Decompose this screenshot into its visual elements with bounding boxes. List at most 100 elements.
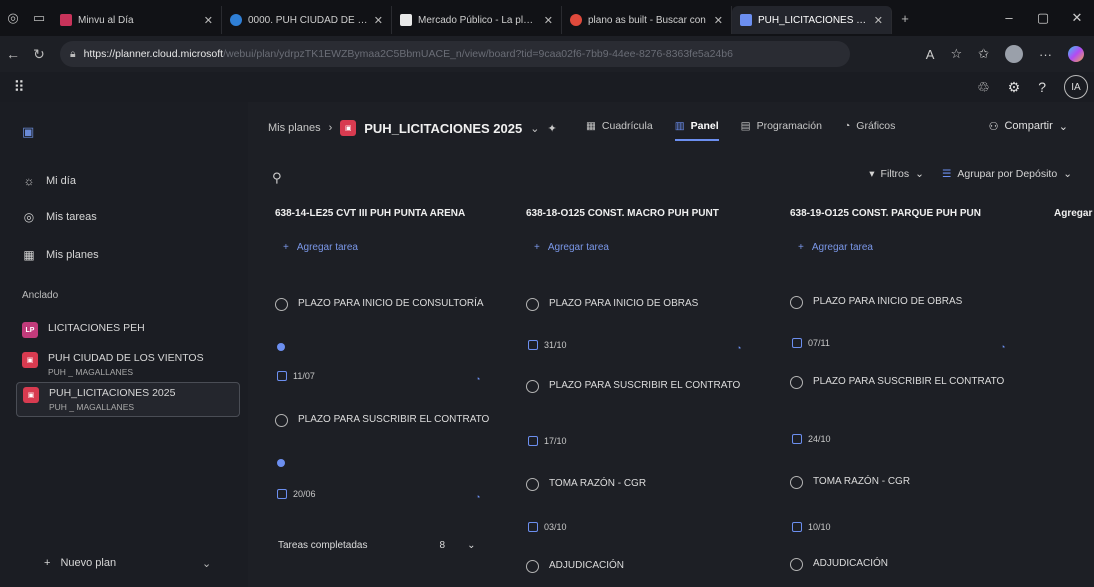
bucket-column: 638-14-LE25 CVT III PUH PUNTA ARENA + Agr… xyxy=(275,208,525,502)
bucket-title[interactable]: 638-19-O125 CONST. PARQUE PUH PUN xyxy=(790,208,1040,219)
add-task-label: Agregar tarea xyxy=(547,242,609,253)
complete-task-checkbox[interactable] xyxy=(790,376,803,389)
task-card[interactable]: PLAZO PARA SUSCRIBIR EL CONTRATO xyxy=(275,412,515,428)
task-card[interactable]: ADJUDICACIÓN xyxy=(526,558,766,574)
sidebar-item-my-day[interactable]: ☼ Mi día xyxy=(22,174,76,188)
bucket-title[interactable]: 638-14-LE25 CVT III PUH PUNTA ARENA xyxy=(275,208,525,219)
favorite-star-icon[interactable]: ☆ xyxy=(950,46,962,62)
task-card[interactable]: TOMA RAZÓN - CGR xyxy=(526,476,766,492)
plus-icon: + xyxy=(798,242,804,253)
task-due-date: 07/11 xyxy=(792,338,830,348)
sidebar-item-label: Mis planes xyxy=(46,249,99,261)
assignee-icon[interactable]: ◔ xyxy=(475,492,480,502)
url-field[interactable]: 🔒︎ https://planner.cloud.microsoft/webui… xyxy=(60,41,850,67)
browser-tab[interactable]: plano as built - Buscar con ✕ xyxy=(562,6,732,34)
add-task-button[interactable]: + Agregar tarea xyxy=(275,242,525,253)
copilot-icon[interactable] xyxy=(1068,46,1084,62)
close-tab-icon[interactable]: ✕ xyxy=(544,14,553,27)
help-icon[interactable]: ? xyxy=(1038,79,1046,95)
complete-task-checkbox[interactable] xyxy=(275,414,288,427)
browser-tab[interactable]: Minvu al Día ✕ xyxy=(52,6,222,34)
assignee-icon[interactable]: ◔ xyxy=(1000,342,1005,352)
complete-task-checkbox[interactable] xyxy=(790,476,803,489)
tab-actions-icon[interactable]: ▭ xyxy=(26,0,52,36)
share-button[interactable]: ⚇ Compartir ⌄ xyxy=(989,120,1068,133)
tab-grid[interactable]: ▦ Cuadrícula xyxy=(586,120,653,132)
task-card[interactable]: PLAZO PARA SUSCRIBIR EL CONTRATO xyxy=(790,374,1030,390)
browser-tab-active[interactable]: PUH_LICITACIONES 2025 ✕ xyxy=(732,6,892,34)
task-name: PLAZO PARA INICIO DE OBRAS xyxy=(813,296,963,307)
close-tab-icon[interactable]: ✕ xyxy=(204,14,213,27)
task-card[interactable]: PLAZO PARA INICIO DE OBRAS xyxy=(790,294,1030,310)
sidebar-item-my-tasks[interactable]: ◎ Mis tareas xyxy=(22,210,97,224)
task-card[interactable]: TOMA RAZÓN - CGR xyxy=(790,474,1030,490)
tab-schedule[interactable]: ▤ Programación xyxy=(741,120,822,132)
breadcrumb-my-plans[interactable]: Mis planes xyxy=(268,122,321,134)
read-aloud-icon[interactable]: A xyxy=(926,47,935,62)
task-card[interactable]: ADJUDICACIÓN xyxy=(790,556,1030,572)
app-launcher-icon[interactable]: ⠿ xyxy=(0,78,38,96)
calendar-icon xyxy=(277,371,287,381)
user-avatar[interactable]: IA xyxy=(1064,75,1088,99)
completed-tasks-toggle[interactable]: Tareas completadas 8 ⌄ xyxy=(278,540,475,551)
task-card[interactable]: PLAZO PARA INICIO DE CONSULTORÍA xyxy=(275,296,515,312)
group-by-button[interactable]: ☰ Agrupar por Depósito ⌄ xyxy=(942,168,1072,180)
workspaces-icon[interactable]: ◎ xyxy=(0,0,26,36)
board-area: Mis planes › ▣ PUH_LICITACIONES 2025 ⌄ ✦… xyxy=(248,102,1094,587)
pinned-plan-item[interactable]: ▣ PUH CIUDAD DE LOS VIENTOS PUH _ MAGALL… xyxy=(22,352,204,377)
complete-task-checkbox[interactable] xyxy=(526,478,539,491)
chevron-down-icon[interactable]: ⌄ xyxy=(202,557,211,570)
new-tab-icon[interactable]: + xyxy=(892,0,918,36)
assignee-icon[interactable]: ◔ xyxy=(475,374,480,384)
refresh-icon[interactable]: ↻ xyxy=(26,46,52,63)
browser-tab[interactable]: 0000. PUH CIUDAD DE LOS ✕ xyxy=(222,6,392,34)
task-name: ADJUDICACIÓN xyxy=(549,560,625,571)
close-tab-icon[interactable]: ✕ xyxy=(714,14,723,27)
close-window-icon[interactable]: ✕ xyxy=(1060,10,1094,26)
chevron-down-icon[interactable]: ⌄ xyxy=(530,122,539,135)
more-options-icon[interactable]: ··· xyxy=(1039,47,1052,62)
favorites-icon[interactable]: ✩ xyxy=(978,46,989,62)
task-card[interactable]: PLAZO PARA SUSCRIBIR EL CONTRATO xyxy=(526,378,766,394)
pinned-plan-item[interactable]: LP LICITACIONES PEH xyxy=(22,322,145,338)
tab-label: Programación xyxy=(756,120,822,132)
tab-charts[interactable]: ◔ Gráficos xyxy=(844,120,895,132)
complete-task-checkbox[interactable] xyxy=(790,296,803,309)
plan-badge-icon: LP xyxy=(22,322,38,338)
complete-task-checkbox[interactable] xyxy=(526,560,539,573)
collapse-nav-icon[interactable]: ▣ xyxy=(22,124,34,140)
back-icon[interactable]: ← xyxy=(0,46,26,62)
tab-board[interactable]: ▥ Panel xyxy=(674,120,719,141)
settings-gear-icon[interactable]: ⚙ xyxy=(1008,79,1021,96)
teams-share-icon[interactable]: ♲ xyxy=(977,79,990,96)
new-plan-button[interactable]: + Nuevo plan xyxy=(44,557,116,569)
pin-icon[interactable]: ✦ xyxy=(547,122,556,135)
add-task-button[interactable]: + Agregar tarea xyxy=(790,242,1040,253)
task-name: PLAZO PARA INICIO DE CONSULTORÍA xyxy=(298,298,484,309)
close-tab-icon[interactable]: ✕ xyxy=(874,14,883,27)
assignee-icon[interactable]: ◔ xyxy=(736,343,741,353)
browser-tab[interactable]: Mercado Público - La platal ✕ xyxy=(392,6,562,34)
board-view-icon: ▥ xyxy=(674,120,685,132)
complete-task-checkbox[interactable] xyxy=(526,298,539,311)
filters-button[interactable]: ▾ Filtros ⌄ xyxy=(869,168,924,180)
browser-profile-avatar[interactable] xyxy=(1005,45,1023,63)
minimize-icon[interactable]: – xyxy=(992,10,1026,26)
browser-tab-strip: ◎ ▭ Minvu al Día ✕ 0000. PUH CIUDAD DE L… xyxy=(0,0,1094,36)
search-icon[interactable]: ⚲ xyxy=(272,170,282,186)
complete-task-checkbox[interactable] xyxy=(526,380,539,393)
bucket-title[interactable]: 638-18-O125 CONST. MACRO PUH PUNT xyxy=(526,208,776,219)
add-bucket-button[interactable]: Agregar xyxy=(1054,208,1092,219)
plus-icon: + xyxy=(534,242,540,253)
maximize-icon[interactable]: ▢ xyxy=(1026,10,1060,26)
page-title[interactable]: PUH_LICITACIONES 2025 xyxy=(364,121,522,136)
sidebar-item-my-plans[interactable]: ▦ Mis planes xyxy=(22,248,99,262)
complete-task-checkbox[interactable] xyxy=(275,298,288,311)
pinned-plan-item-selected[interactable]: ▣ PUH_LICITACIONES 2025 PUH _ MAGALLANES xyxy=(16,382,240,417)
pinned-plan-group: PUH _ MAGALLANES xyxy=(48,367,134,377)
complete-task-checkbox[interactable] xyxy=(790,558,803,571)
close-tab-icon[interactable]: ✕ xyxy=(374,14,383,27)
task-name: TOMA RAZÓN - CGR xyxy=(549,478,647,489)
task-card[interactable]: PLAZO PARA INICIO DE OBRAS xyxy=(526,296,766,312)
add-task-button[interactable]: + Agregar tarea xyxy=(526,242,776,253)
